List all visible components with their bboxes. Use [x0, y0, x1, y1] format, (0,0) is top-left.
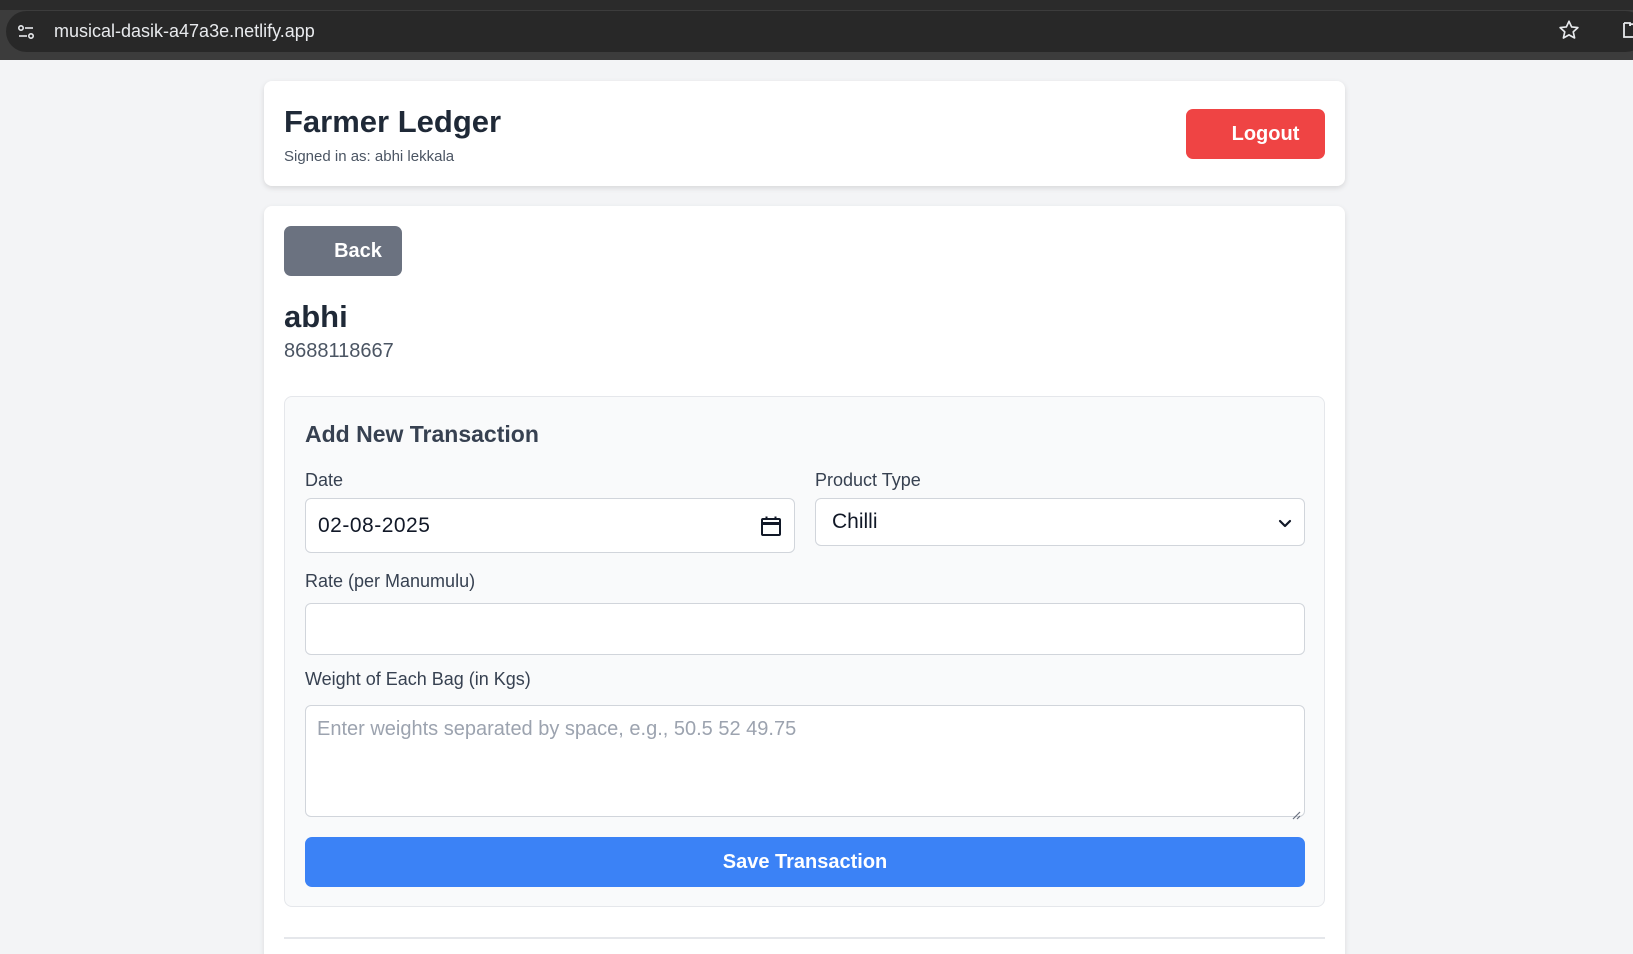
calendar-icon[interactable]: [760, 515, 782, 537]
date-value: 02-08-2025: [318, 513, 431, 537]
rate-input[interactable]: [305, 603, 1305, 655]
bookmark-star-icon[interactable]: [1558, 19, 1584, 45]
chevron-down-icon: [1276, 514, 1294, 532]
back-button[interactable]: Back: [284, 226, 402, 276]
weights-textarea[interactable]: Enter weights separated by space, e.g., …: [305, 705, 1305, 820]
weights-placeholder: Enter weights separated by space, e.g., …: [317, 718, 797, 740]
resize-handle-icon[interactable]: [1291, 803, 1301, 820]
product-type-value: Chilli: [832, 510, 878, 533]
form-title: Add New Transaction: [305, 421, 539, 447]
header-card: Farmer Ledger Signed in as: abhi lekkala…: [264, 81, 1345, 186]
product-type-select[interactable]: Chilli: [815, 498, 1305, 546]
date-input[interactable]: 02-08-2025: [305, 498, 795, 553]
farmer-phone: 8688118667: [284, 340, 394, 362]
extensions-icon[interactable]: [1622, 18, 1633, 44]
signed-in-text: Signed in as: abhi lekkala: [284, 148, 455, 165]
farmer-detail-card: Back abhi 8688118667 Add New Transaction…: [264, 206, 1345, 954]
logout-button[interactable]: Logout: [1186, 109, 1325, 159]
site-info-icon[interactable]: [10, 16, 42, 48]
app-title: Farmer Ledger: [284, 104, 502, 139]
rate-label: Rate (per Manumulu): [305, 571, 476, 591]
save-transaction-button[interactable]: Save Transaction: [305, 837, 1305, 887]
section-divider: [284, 937, 1325, 939]
address-bar[interactable]: musical-dasik-a47a3e.netlify.app: [6, 11, 1633, 52]
browser-toolbar: musical-dasik-a47a3e.netlify.app: [0, 0, 1633, 60]
farmer-name: abhi: [284, 299, 348, 334]
date-label: Date: [305, 470, 344, 490]
url-text[interactable]: musical-dasik-a47a3e.netlify.app: [54, 21, 315, 42]
browser-tab-strip: [0, 0, 1633, 10]
weights-label: Weight of Each Bag (in Kgs): [305, 669, 531, 689]
product-type-label: Product Type: [815, 470, 921, 490]
add-transaction-form: Add New Transaction Date 02-08-2025 Prod…: [284, 396, 1325, 907]
